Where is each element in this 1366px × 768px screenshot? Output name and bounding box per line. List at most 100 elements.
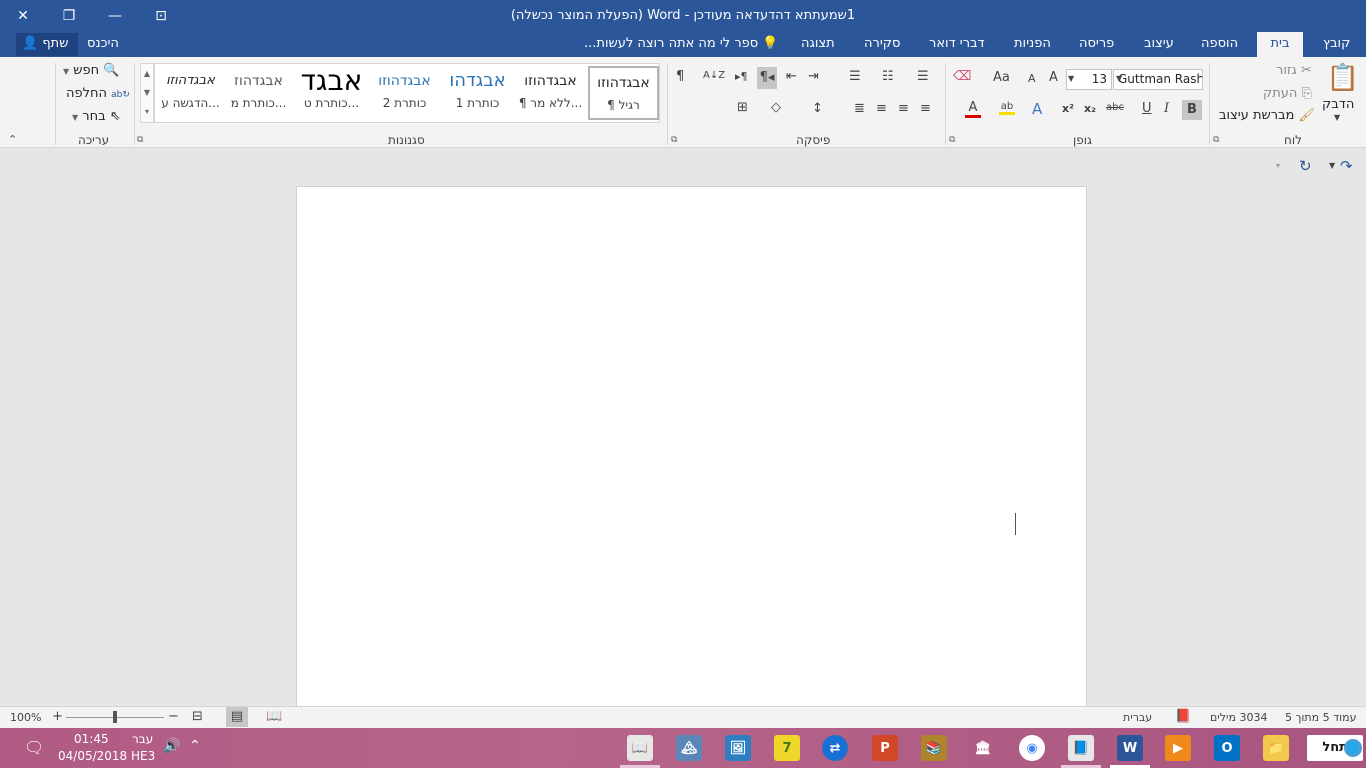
style-normal[interactable]: אבגדהוזו ¶ רגיל xyxy=(588,66,659,120)
web-layout-icon[interactable]: ⊟ xyxy=(192,709,203,724)
scroll-up-icon[interactable]: ▲ xyxy=(141,64,153,83)
bold-button[interactable]: B xyxy=(1182,100,1202,120)
teamviewer-icon[interactable]: ⇄ xyxy=(822,735,848,761)
clock-time[interactable]: 01:45 xyxy=(74,732,109,746)
tab-design[interactable]: עיצוב xyxy=(1135,32,1183,57)
tab-mailings[interactable]: דברי דואר xyxy=(920,32,994,57)
ltr-direction-button[interactable]: ▸¶ xyxy=(735,70,748,83)
language-indicator[interactable]: עברית xyxy=(1123,711,1152,724)
proofing-icon[interactable]: 📕 xyxy=(1175,709,1191,724)
paragraph-launcher-icon[interactable]: ⧉ xyxy=(671,135,677,145)
library-app-icon[interactable]: 🏛 xyxy=(970,735,996,761)
style-heading-2[interactable]: אבגדהוזו כותרת 2 xyxy=(369,66,440,120)
styles-gallery-scroll[interactable]: ▲ ▼ ▾ xyxy=(140,63,154,123)
zoom-level[interactable]: 100% xyxy=(10,711,41,724)
tab-view[interactable]: תצוגה xyxy=(792,32,844,57)
select-button[interactable]: ▼ בחר ⇖ xyxy=(72,109,121,124)
share-button[interactable]: 👤 שתף xyxy=(16,33,78,56)
word-taskbar-icon[interactable]: W xyxy=(1117,735,1143,761)
style-no-spacing[interactable]: אבגדהוזו ¶ ללא מר... xyxy=(515,66,586,120)
redo-dropdown-icon[interactable]: ▼ xyxy=(1329,161,1335,170)
grow-font-button[interactable]: A xyxy=(1049,70,1058,85)
tab-file[interactable]: קובץ xyxy=(1314,32,1359,57)
document-page[interactable] xyxy=(296,186,1087,706)
multilevel-list-icon[interactable]: ☰ xyxy=(917,69,929,84)
font-launcher-icon[interactable]: ⧉ xyxy=(949,135,955,145)
increase-indent-icon[interactable]: ⇥ xyxy=(808,69,819,84)
tell-me-search[interactable]: 💡 ספר לי מה אתה רוצה לעשות... xyxy=(584,32,779,57)
scroll-down-icon[interactable]: ▼ xyxy=(141,83,153,102)
file-explorer-icon[interactable]: 📁 xyxy=(1263,735,1289,761)
change-case-button[interactable]: Aa xyxy=(993,70,1010,85)
tab-review[interactable]: סקירה xyxy=(855,32,909,57)
paste-button[interactable]: הדבק xyxy=(1322,97,1354,112)
underline-button[interactable]: U xyxy=(1142,101,1152,116)
tab-references[interactable]: הפניות xyxy=(1005,32,1060,57)
seven-zip-icon[interactable]: 7 xyxy=(774,735,800,761)
paste-dropdown-icon[interactable]: ▼ xyxy=(1334,113,1340,122)
styles-launcher-icon[interactable]: ⧉ xyxy=(137,135,143,145)
notifications-icon[interactable]: 🗨 xyxy=(24,738,44,757)
tab-insert[interactable]: הוספה xyxy=(1192,32,1247,57)
replace-button[interactable]: החלפה ab↻ xyxy=(66,86,130,101)
chrome-icon[interactable]: ◉ xyxy=(1019,735,1045,761)
print-layout-icon[interactable]: ▤ xyxy=(226,707,248,727)
line-spacing-icon[interactable]: ↕ xyxy=(812,101,823,116)
collapse-ribbon-icon[interactable]: ⌃ xyxy=(8,133,17,146)
repeat-icon[interactable]: ↻ xyxy=(1299,157,1312,175)
zoom-slider-thumb[interactable] xyxy=(113,711,117,723)
justify-icon[interactable]: ≣ xyxy=(854,101,865,116)
image-viewer-icon[interactable]: 🖼 xyxy=(725,735,751,761)
media-player-icon[interactable]: ▶ xyxy=(1165,735,1191,761)
bookshelf-icon[interactable]: 📚 xyxy=(921,735,947,761)
style-subtitle[interactable]: אבגדהוז כותרת מ... xyxy=(223,66,294,120)
word-count[interactable]: 3034 מילים xyxy=(1210,711,1267,724)
style-heading-1[interactable]: אבגדהו כותרת 1 xyxy=(442,66,513,120)
input-language-top[interactable]: עבר xyxy=(132,732,153,746)
align-center-icon[interactable]: ≡ xyxy=(898,101,909,116)
input-language-bottom[interactable]: HE3 xyxy=(131,749,155,763)
subscript-button[interactable]: x₂ xyxy=(1084,102,1096,115)
cut-button[interactable]: גזור ✂ xyxy=(1276,63,1312,78)
tab-home[interactable]: בית xyxy=(1257,32,1303,57)
volume-icon[interactable]: 🔊 xyxy=(163,738,180,754)
italic-button[interactable]: I xyxy=(1164,101,1169,116)
tab-layout[interactable]: פריסה xyxy=(1070,32,1123,57)
highlight-button[interactable]: ab xyxy=(999,101,1015,115)
read-mode-icon[interactable]: 📖 xyxy=(266,709,282,724)
photos-app-icon[interactable]: 🏔 xyxy=(676,735,702,761)
borders-icon[interactable]: ⊞ xyxy=(737,100,748,115)
align-right-icon[interactable]: ≡ xyxy=(920,101,931,116)
ebook-app-icon[interactable]: 📖 xyxy=(627,735,653,761)
clipboard-launcher-icon[interactable]: ⧉ xyxy=(1213,135,1219,145)
gallery-more-icon[interactable]: ▾ xyxy=(141,102,153,121)
clock-date[interactable]: 04/05/2018 xyxy=(58,749,127,763)
page-count[interactable]: עמוד 5 מתוך 5 xyxy=(1285,711,1356,724)
font-size-dropdown-icon[interactable]: ▼ xyxy=(1068,74,1074,83)
sort-button[interactable]: A↓Z xyxy=(703,70,725,81)
signin-link[interactable]: היכנס xyxy=(87,32,119,56)
find-button[interactable]: ▼ חפש 🔍 xyxy=(63,63,119,78)
powerpoint-icon[interactable]: P xyxy=(872,735,898,761)
superscript-button[interactable]: x² xyxy=(1062,102,1074,115)
style-title[interactable]: אבגד כותרת ט... xyxy=(296,66,367,120)
show-hidden-icons[interactable]: ⌃ xyxy=(189,738,201,754)
outlook-icon[interactable]: O xyxy=(1214,735,1240,761)
numbering-icon[interactable]: ☷ xyxy=(882,69,894,84)
rtl-direction-button[interactable]: ¶◂ xyxy=(757,67,777,89)
decrease-indent-icon[interactable]: ⇤ xyxy=(786,69,797,84)
customize-qat-icon[interactable]: ▾ xyxy=(1276,161,1280,170)
format-painter-button[interactable]: מברשת עיצוב 🖌 xyxy=(1219,108,1315,123)
align-left-icon[interactable]: ≡ xyxy=(876,101,887,116)
zoom-in-icon[interactable]: + xyxy=(52,709,63,724)
style-subtle-emphasis[interactable]: אבגדהוזו הדגשה ע... xyxy=(155,66,226,120)
redo-icon[interactable]: ↷ xyxy=(1340,157,1353,175)
show-marks-button[interactable]: ¶ xyxy=(676,69,684,84)
shrink-font-button[interactable]: A xyxy=(1028,72,1036,85)
font-name-box[interactable]: Guttman Rashi xyxy=(1113,69,1203,90)
strikethrough-button[interactable]: abc xyxy=(1106,102,1124,113)
bullets-icon[interactable]: ☰ xyxy=(849,69,861,84)
font-name-dropdown-icon[interactable]: ▼ xyxy=(1116,74,1122,83)
text-effects-button[interactable]: A xyxy=(1032,100,1042,118)
clear-formatting-icon[interactable]: ⌫ xyxy=(953,69,971,84)
